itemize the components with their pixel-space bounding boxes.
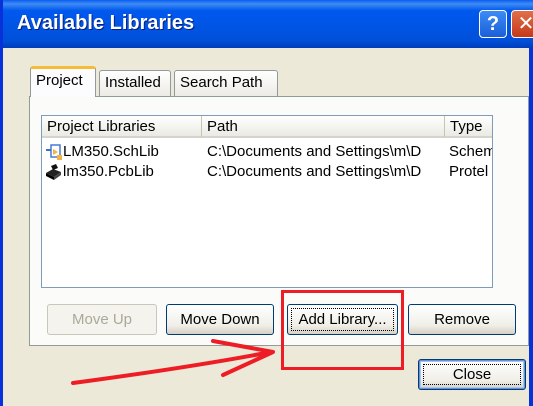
window-title: Available Libraries <box>17 12 195 34</box>
tab-search-path[interactable]: Search Path <box>174 70 278 96</box>
list-item[interactable]: lm350.PcbLib C:\Documents and Settings\m… <box>42 162 492 182</box>
close-button[interactable]: Close <box>418 359 526 390</box>
annotation-highlight-box <box>281 290 404 370</box>
list-item[interactable]: LM350.SchLib C:\Documents and Settings\m… <box>42 142 492 162</box>
move-down-button[interactable]: Move Down <box>166 304 274 335</box>
available-libraries-dialog: Available Libraries ? ✕ Project Installe… <box>0 0 533 406</box>
library-path: C:\Documents and Settings\m\D <box>207 163 422 180</box>
help-icon: ? <box>486 13 500 35</box>
close-icon: ✕ <box>517 13 533 35</box>
tab-project-label: Project <box>36 72 83 89</box>
title-bar[interactable]: Available Libraries ? ✕ <box>3 0 533 48</box>
tab-search-path-label: Search Path <box>180 74 263 91</box>
library-type: Schemati <box>449 143 492 160</box>
focus-rectangle <box>423 364 521 385</box>
pcblib-icon <box>46 164 61 180</box>
library-name: lm350.PcbLib <box>63 163 154 180</box>
column-header-project-libraries[interactable]: Project Libraries <box>42 116 202 138</box>
library-name: LM350.SchLib <box>63 143 159 160</box>
remove-label: Remove <box>434 311 490 328</box>
move-up-label: Move Up <box>71 311 133 328</box>
schlib-icon <box>46 144 62 160</box>
library-list[interactable]: Project Libraries Path Type LM350.SchLib… <box>41 115 493 288</box>
column-header-type[interactable]: Type <box>445 116 492 138</box>
annotation-arrow-icon <box>71 339 275 385</box>
title-close-button[interactable]: ✕ <box>511 10 533 38</box>
tab-project[interactable]: Project <box>30 66 96 97</box>
move-up-button[interactable]: Move Up <box>47 304 157 335</box>
move-down-label: Move Down <box>180 311 260 328</box>
library-type: Protel Fo <box>449 163 492 180</box>
help-button[interactable]: ? <box>479 10 507 38</box>
column-header-path[interactable]: Path <box>202 116 445 138</box>
tab-installed[interactable]: Installed <box>99 70 171 96</box>
library-path: C:\Documents and Settings\m\D <box>207 143 422 160</box>
tab-installed-label: Installed <box>105 74 161 91</box>
remove-button[interactable]: Remove <box>408 304 516 335</box>
